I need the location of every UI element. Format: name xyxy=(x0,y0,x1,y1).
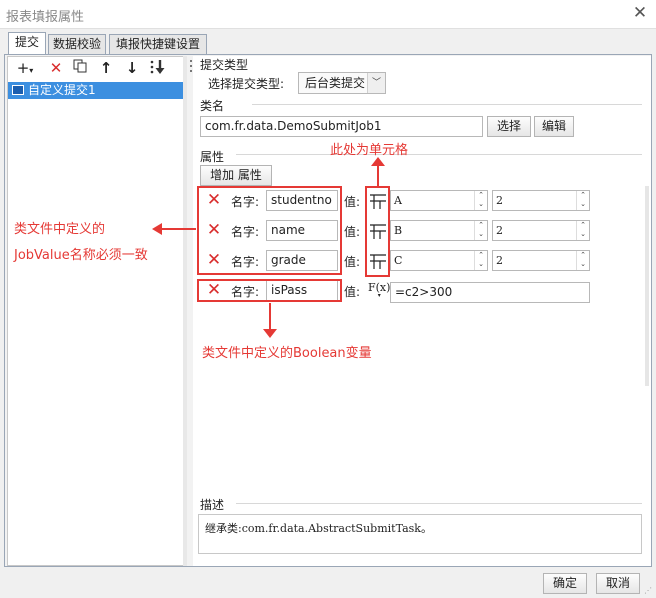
cell-column-value: A xyxy=(394,194,402,207)
column-spinner[interactable]: ⌃ ⌄ xyxy=(474,221,487,240)
submit-item-icon xyxy=(12,85,24,95)
submit-type-value: 后台类提交 xyxy=(305,76,366,90)
divider xyxy=(236,154,642,155)
attribute-value-label: 值: xyxy=(344,285,361,299)
column-spinner[interactable]: ⌃ ⌄ xyxy=(474,191,487,210)
cell-annotation-text: 此处为单元格 xyxy=(330,143,409,158)
ok-button[interactable]: 确定 xyxy=(543,573,587,594)
attribute-value-label: 值: xyxy=(344,195,361,209)
tab-submit-label: 提交 xyxy=(14,35,39,49)
arrow-up-icon xyxy=(371,157,385,166)
copy-icon[interactable] xyxy=(70,58,90,78)
submit-list-pane xyxy=(7,56,187,566)
title-bar: 报表填报属性 ✕ xyxy=(0,0,656,28)
row-spinner[interactable]: ⌃ ⌄ xyxy=(576,191,589,210)
row-spinner[interactable]: ⌃ ⌄ xyxy=(576,251,589,270)
cell-column-field[interactable]: A ⌃ ⌄ xyxy=(390,190,488,211)
add-dropdown-icon[interactable]: +▾ xyxy=(12,58,38,78)
annotation-box-names xyxy=(197,186,342,275)
list-item-custom-submit-1[interactable]: 自定义提交1 xyxy=(8,82,186,99)
add-attribute-button[interactable]: 增加 属性 xyxy=(200,165,272,186)
cell-column-field[interactable]: B ⌃ ⌄ xyxy=(390,220,488,241)
attributes-scrollbar[interactable] xyxy=(645,186,649,386)
delete-icon[interactable]: ✕ xyxy=(46,58,66,78)
cancel-button[interactable]: 取消 xyxy=(596,573,640,594)
chevron-down-icon: ﹀ xyxy=(367,73,385,93)
move-up-icon[interactable]: ↑ xyxy=(96,58,116,78)
close-icon[interactable]: ✕ xyxy=(630,3,650,23)
formula-icon[interactable]: F(x) ▾ xyxy=(368,280,390,299)
edit-class-button[interactable]: 编辑 xyxy=(534,116,574,137)
annotation-box-boolean xyxy=(197,279,342,302)
tab-submit[interactable]: 提交 xyxy=(8,32,46,54)
move-bottom-icon[interactable] xyxy=(148,58,168,78)
cell-row-field[interactable]: 2 ⌃ ⌄ xyxy=(492,250,590,271)
cell-column-field[interactable]: C ⌃ ⌄ xyxy=(390,250,488,271)
tab-shortcut-settings-label: 填报快捷键设置 xyxy=(115,37,200,51)
divider xyxy=(252,104,642,105)
row-spinner[interactable]: ⌃ ⌄ xyxy=(576,221,589,240)
description-box: 继承类:com.fr.data.AbstractSubmitTask。 xyxy=(198,514,642,554)
formula-field[interactable]: =c2>300 xyxy=(390,282,590,303)
list-item-label: 自定义提交1 xyxy=(28,83,96,97)
class-name-field[interactable]: com.fr.data.DemoSubmitJob1 xyxy=(200,116,483,137)
divider xyxy=(236,503,642,504)
cell-row-value: 2 xyxy=(496,254,503,267)
arrow-down-icon xyxy=(263,329,277,338)
annotation-arrow xyxy=(377,163,379,186)
jobvalue-annotation-line2: JobValue名称必须一致 xyxy=(14,248,148,263)
description-section-title: 描述 xyxy=(200,498,225,512)
class-name-section-title: 类名 xyxy=(200,99,225,113)
window-title: 报表填报属性 xyxy=(6,10,85,25)
cell-row-value: 2 xyxy=(496,224,503,237)
column-spinner[interactable]: ⌃ ⌄ xyxy=(474,251,487,270)
annotation-arrow xyxy=(160,228,196,230)
tab-data-validation[interactable]: 数据校验 xyxy=(48,34,106,54)
annotation-box-cells xyxy=(365,186,390,277)
cell-column-value: C xyxy=(394,254,403,267)
tab-shortcut-settings[interactable]: 填报快捷键设置 xyxy=(109,34,207,54)
annotation-arrow xyxy=(269,303,271,331)
boolean-annotation-text: 类文件中定义的Boolean变量 xyxy=(202,346,372,361)
submit-type-select[interactable]: 后台类提交 ﹀ xyxy=(298,72,386,94)
cell-row-value: 2 xyxy=(496,194,503,207)
cell-column-value: B xyxy=(394,224,403,237)
left-pane-scrollbar[interactable] xyxy=(183,56,187,566)
resize-grip-icon[interactable]: ⋰ xyxy=(644,586,654,596)
cell-row-field[interactable]: 2 ⌃ ⌄ xyxy=(492,220,590,241)
jobvalue-annotation-line1: 类文件中定义的 xyxy=(14,222,106,237)
cell-row-field[interactable]: 2 ⌃ ⌄ xyxy=(492,190,590,211)
select-class-button[interactable]: 选择 xyxy=(487,116,531,137)
submit-type-label: 选择提交类型: xyxy=(208,77,285,91)
move-down-icon[interactable]: ↓ xyxy=(122,58,142,78)
attributes-section-title: 属性 xyxy=(200,150,225,164)
submit-type-section-title: 提交类型 xyxy=(200,58,249,72)
tab-data-validation-label: 数据校验 xyxy=(52,37,101,51)
arrow-left-icon xyxy=(152,223,162,235)
attribute-value-label: 值: xyxy=(344,255,361,269)
attribute-value-label: 值: xyxy=(344,225,361,239)
description-text: 继承类:com.fr.data.AbstractSubmitTask。 xyxy=(205,522,432,535)
